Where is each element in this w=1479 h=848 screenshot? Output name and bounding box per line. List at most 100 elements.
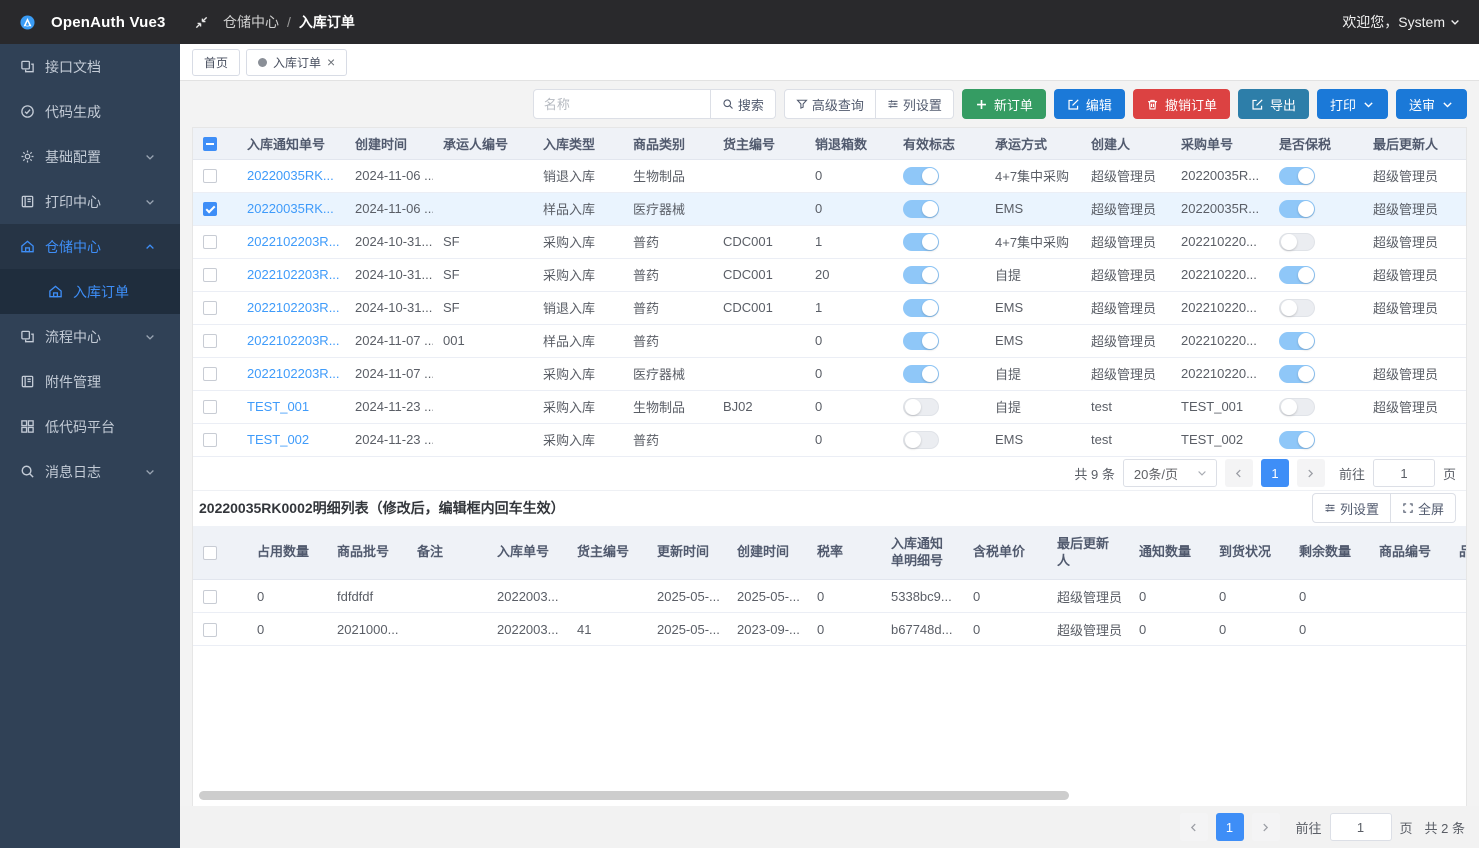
tab-入库订单[interactable]: 入库订单× (246, 49, 347, 76)
order-row[interactable]: 2022102203R...2024-10-31...SF采购入库普药CDC00… (193, 225, 1467, 258)
user-menu[interactable]: 欢迎您，System (1342, 12, 1461, 32)
导出-button[interactable]: 导出 (1238, 89, 1309, 119)
bonded-toggle[interactable] (1279, 365, 1315, 383)
detail-row-checkbox[interactable] (203, 590, 217, 604)
valid-toggle[interactable] (903, 398, 939, 416)
row-checkbox[interactable] (203, 400, 217, 414)
送审-button[interactable]: 送审 (1396, 89, 1467, 119)
select-all-checkbox[interactable] (203, 137, 217, 151)
detail-cell-8: 5338bc9... (881, 580, 963, 613)
goto-page-input[interactable] (1373, 459, 1435, 487)
valid-cell (893, 291, 985, 324)
编辑-button[interactable]: 编辑 (1054, 89, 1125, 119)
sidebar-subitem-入库订单[interactable]: 入库订单 (0, 269, 180, 314)
row-checkbox[interactable] (203, 202, 217, 216)
advanced-query-button[interactable]: 高级查询 (784, 89, 876, 119)
order-number-link[interactable]: 2022102203R... (247, 300, 340, 315)
sidebar-item-6[interactable]: 流程中心 (0, 314, 180, 359)
撤销订单-button[interactable]: 撤销订单 (1133, 89, 1230, 119)
detail-row[interactable]: 0fdfdfdf2022003...2025-05-...2025-05-...… (193, 580, 1466, 613)
sidebar-item-3[interactable]: 基础配置 (0, 134, 180, 179)
sidebar-item-2[interactable]: 代码生成 (0, 89, 180, 134)
plus-icon (975, 98, 988, 111)
order-row[interactable]: 2022102203R...2024-10-31...SF销退入库普药CDC00… (193, 291, 1467, 324)
valid-toggle[interactable] (903, 365, 939, 383)
order-row[interactable]: TEST_0022024-11-23 ...采购入库普药0EMStestTEST… (193, 423, 1467, 456)
column-settings-button[interactable]: 列设置 (876, 89, 954, 119)
bonded-toggle[interactable] (1279, 233, 1315, 251)
row-checkbox[interactable] (203, 367, 217, 381)
bonded-toggle[interactable] (1279, 332, 1315, 350)
order-number-link[interactable]: TEST_002 (247, 432, 309, 447)
search-button[interactable]: 搜索 (711, 89, 776, 119)
order-number-link[interactable]: 2022102203R... (247, 333, 340, 348)
boxes-cell: 0 (805, 357, 893, 390)
next-page-button[interactable] (1297, 459, 1325, 487)
bonded-toggle[interactable] (1279, 398, 1315, 416)
order-row[interactable]: 2022102203R...2024-10-31...SF采购入库普药CDC00… (193, 258, 1467, 291)
valid-toggle[interactable] (903, 266, 939, 284)
detail-cell-5: 2025-05-... (647, 613, 727, 646)
sidebar-collapse-icon[interactable] (194, 15, 209, 30)
prev-page-button[interactable] (1225, 459, 1253, 487)
fullscreen-button[interactable]: 全屏 (1391, 493, 1456, 523)
row-checkbox[interactable] (203, 301, 217, 315)
breadcrumb-separator: / (287, 14, 291, 30)
valid-toggle[interactable] (903, 332, 939, 350)
sidebar-item-7[interactable]: 附件管理 (0, 359, 180, 404)
order-number-link[interactable]: TEST_001 (247, 399, 309, 414)
valid-toggle[interactable] (903, 299, 939, 317)
checkbox-cell (193, 192, 237, 225)
order-number-link[interactable]: 20220035RK... (247, 168, 334, 183)
horizontal-scrollbar[interactable] (199, 791, 1069, 800)
row-checkbox[interactable] (203, 235, 217, 249)
row-checkbox[interactable] (203, 433, 217, 447)
valid-toggle[interactable] (903, 200, 939, 218)
detail-prev-page-button[interactable] (1180, 813, 1208, 841)
valid-toggle[interactable] (903, 431, 939, 449)
order-number-link[interactable]: 2022102203R... (247, 267, 340, 282)
sidebar-item-1[interactable]: 接口文档 (0, 44, 180, 89)
tab-close-icon[interactable]: × (327, 55, 335, 69)
valid-toggle[interactable] (903, 233, 939, 251)
order-number-link[interactable]: 2022102203R... (247, 366, 340, 381)
order-number-link[interactable]: 2022102203R... (247, 234, 340, 249)
page-size-select[interactable]: 20条/页 (1123, 459, 1217, 487)
sidebar-item-5[interactable]: 仓储中心 (0, 224, 180, 269)
detail-row[interactable]: 02021000...2022003...412025-05-...2023-0… (193, 613, 1466, 646)
bonded-toggle[interactable] (1279, 431, 1315, 449)
detail-cell-6: 2023-09-... (727, 613, 807, 646)
search-input[interactable] (533, 89, 711, 119)
bonded-toggle[interactable] (1279, 200, 1315, 218)
breadcrumb-parent[interactable]: 仓储中心 (223, 12, 279, 32)
bonded-toggle[interactable] (1279, 167, 1315, 185)
valid-toggle[interactable] (903, 167, 939, 185)
bonded-toggle[interactable] (1279, 266, 1315, 284)
order-number-link[interactable]: 20220035RK... (247, 201, 334, 216)
order-row[interactable]: 20220035RK...2024-11-06 ...销退入库生物制品04+7集… (193, 159, 1467, 192)
sidebar-item-8[interactable]: 低代码平台 (0, 404, 180, 449)
detail-next-page-button[interactable] (1252, 813, 1280, 841)
sidebar-item-label: 附件管理 (45, 372, 101, 392)
sidebar-item-9[interactable]: 消息日志 (0, 449, 180, 494)
row-checkbox[interactable] (203, 334, 217, 348)
order-row[interactable]: 20220035RK...2024-11-06 ...样品入库医疗器械0EMS超… (193, 192, 1467, 225)
detail-page-number-button[interactable]: 1 (1216, 813, 1244, 841)
row-checkbox[interactable] (203, 268, 217, 282)
detail-goto-page-input[interactable] (1330, 813, 1392, 841)
order-row[interactable]: TEST_0012024-11-23 ...采购入库生物制品BJ020自提tes… (193, 390, 1467, 423)
tab-首页[interactable]: 首页 (192, 49, 240, 76)
detail-column-header-商品批号: 商品批号 (327, 526, 407, 580)
order-row[interactable]: 2022102203R...2024-11-07 ...001样品入库普药0EM… (193, 324, 1467, 357)
row-checkbox[interactable] (203, 169, 217, 183)
detail-column-settings-button[interactable]: 列设置 (1312, 493, 1391, 523)
sidebar-item-4[interactable]: 打印中心 (0, 179, 180, 224)
detail-row-checkbox[interactable] (203, 623, 217, 637)
新订单-button[interactable]: 新订单 (962, 89, 1046, 119)
打印-button[interactable]: 打印 (1317, 89, 1388, 119)
order-row[interactable]: 2022102203R...2024-11-07 ...采购入库医疗器械0自提超… (193, 357, 1467, 390)
type-cell: 采购入库 (533, 423, 623, 456)
page-number-button[interactable]: 1 (1261, 459, 1289, 487)
bonded-toggle[interactable] (1279, 299, 1315, 317)
detail-select-all-checkbox[interactable] (203, 546, 217, 560)
